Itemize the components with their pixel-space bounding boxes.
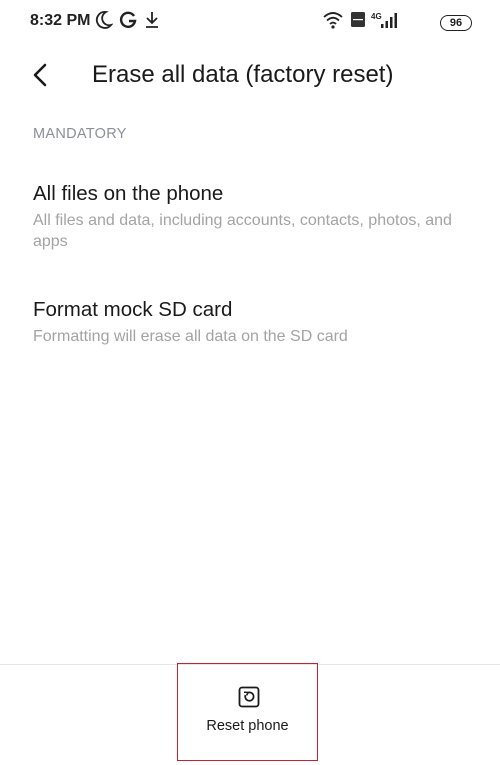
- page-title: Erase all data (factory reset): [92, 61, 394, 88]
- back-button[interactable]: [24, 58, 58, 92]
- status-time: 8:32 PM: [30, 12, 91, 29]
- battery-icon: 96: [440, 15, 472, 31]
- reset-phone-button[interactable]: Reset phone: [177, 663, 318, 761]
- chevron-left-icon: [33, 63, 47, 87]
- section-label: MANDATORY: [33, 126, 127, 142]
- moon-icon: [95, 11, 113, 29]
- status-icons-right: 4G 96: [322, 10, 472, 34]
- wifi-icon: [323, 12, 343, 29]
- app-bar: Erase all data (factory reset): [0, 44, 500, 108]
- option-all-files[interactable]: All files on the phone All files and dat…: [0, 182, 500, 262]
- option-title: All files on the phone: [33, 182, 224, 205]
- reset-icon: [238, 686, 260, 708]
- status-bar: 8:32 PM 4G 96: [0, 0, 500, 44]
- reset-phone-label: Reset phone: [206, 718, 289, 734]
- option-description: All files and data, including accounts, …: [33, 212, 452, 250]
- option-description: Formatting will erase all data on the SD…: [33, 328, 348, 345]
- google-icon: [119, 11, 137, 28]
- option-format-sd-card[interactable]: Format mock SD card Formatting will eras…: [0, 298, 500, 358]
- signal-icon: [381, 13, 397, 28]
- download-icon: [146, 12, 158, 28]
- volte-icon: [351, 12, 365, 27]
- option-title: Format mock SD card: [33, 298, 233, 321]
